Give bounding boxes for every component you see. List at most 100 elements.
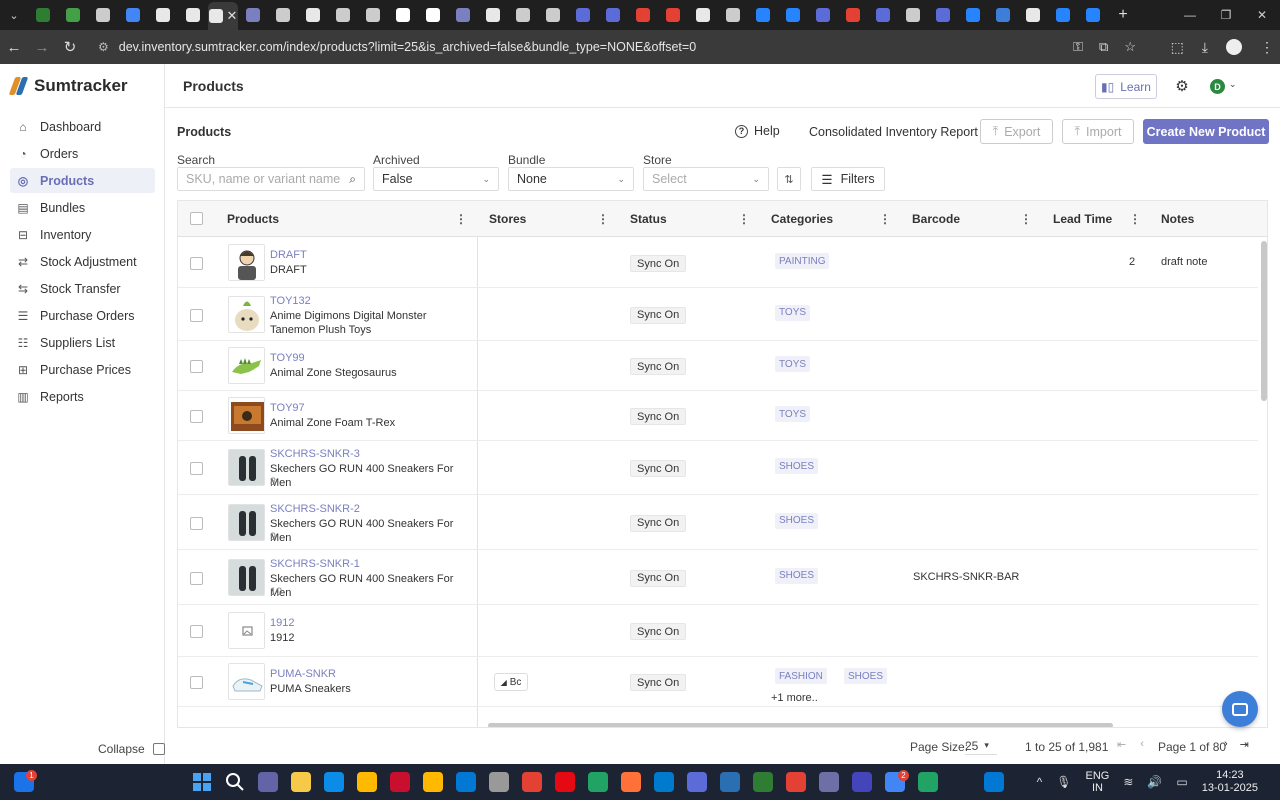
- product-sku-link[interactable]: TOY97: [270, 402, 305, 414]
- vertical-scrollbar[interactable]: [1261, 241, 1267, 401]
- table-row[interactable]: SKCHRS-SNKR-1 Skechers GO RUN 400 Sneaker…: [178, 550, 1258, 605]
- prev-page-icon[interactable]: ‹: [1140, 738, 1144, 751]
- tray-overflow-icon[interactable]: ^: [1037, 775, 1043, 789]
- forward-icon[interactable]: →: [28, 39, 56, 56]
- product-thumbnail[interactable]: [228, 612, 265, 649]
- sidebar-item-purchase-orders[interactable]: ☰ Purchase Orders: [10, 303, 155, 328]
- extensions-icon[interactable]: ⬚: [1171, 39, 1184, 56]
- browser-tab[interactable]: [838, 3, 868, 27]
- copilot-icon[interactable]: [324, 772, 344, 792]
- sidebar-item-suppliers-list[interactable]: ☷ Suppliers List: [10, 330, 155, 355]
- browser-tab[interactable]: [328, 3, 358, 27]
- task-view-icon[interactable]: [258, 772, 278, 792]
- browser-tab[interactable]: [958, 3, 988, 27]
- row-checkbox[interactable]: [190, 308, 203, 322]
- browser-tab[interactable]: [808, 3, 838, 27]
- last-page-icon[interactable]: ⇥: [1240, 738, 1249, 751]
- filters-button[interactable]: ☰ Filters: [811, 167, 885, 191]
- archived-select[interactable]: False ⌄: [373, 167, 499, 191]
- browser-tab[interactable]: [568, 3, 598, 27]
- sidebar-item-dashboard[interactable]: ⌂ Dashboard: [10, 114, 155, 139]
- product-sku-link[interactable]: SKCHRS-SNKR-1: [270, 558, 360, 570]
- col-header-barcode[interactable]: Barcode ⋮: [912, 201, 1042, 237]
- horizontal-scrollbar[interactable]: [478, 722, 1267, 727]
- table-row[interactable]: TOY97 Animal Zone Foam T-Rex Sync On TOYS: [178, 391, 1258, 441]
- bundle-select[interactable]: None ⌄: [508, 167, 634, 191]
- outlook-icon[interactable]: [489, 772, 509, 792]
- tab-search-icon[interactable]: ⌄: [0, 0, 28, 30]
- browser-tab[interactable]: [268, 3, 298, 27]
- consolidated-report-link[interactable]: Consolidated Inventory Report: [809, 125, 978, 139]
- select-all-checkbox[interactable]: [190, 212, 203, 225]
- create-new-product-button[interactable]: Create New Product: [1143, 119, 1269, 144]
- browser-tab[interactable]: [298, 3, 328, 27]
- back-icon[interactable]: ←: [0, 39, 28, 56]
- row-checkbox[interactable]: [190, 410, 203, 423]
- sidebar-item-inventory[interactable]: ⊟ Inventory: [10, 222, 155, 247]
- wifi-icon[interactable]: ≋: [1123, 775, 1133, 789]
- browser-tab[interactable]: [178, 3, 208, 27]
- table-row[interactable]: 1912 1912 Sync On: [178, 605, 1258, 657]
- row-checkbox[interactable]: [190, 571, 203, 585]
- column-menu-icon[interactable]: ⋮: [455, 212, 467, 226]
- next-page-icon[interactable]: ›: [1224, 738, 1228, 751]
- browser-tab[interactable]: [688, 3, 718, 27]
- column-menu-icon[interactable]: ⋮: [879, 212, 891, 226]
- column-menu-icon[interactable]: ⋮: [1129, 212, 1141, 226]
- teams-icon[interactable]: [291, 772, 311, 792]
- settings-icon[interactable]: [522, 772, 542, 792]
- row-checkbox[interactable]: [190, 462, 203, 475]
- product-sku-link[interactable]: 1912: [270, 617, 294, 629]
- file-explorer-icon[interactable]: [456, 772, 476, 792]
- table-row[interactable]: TOY132 Anime Digimons Digital Monster Tan…: [178, 288, 1258, 341]
- row-checkbox[interactable]: [190, 257, 203, 270]
- volume-icon[interactable]: 🔊: [1147, 775, 1162, 789]
- site-settings-icon[interactable]: ⚙: [98, 40, 109, 54]
- row-checkbox[interactable]: [190, 516, 203, 530]
- row-checkbox[interactable]: [190, 360, 203, 373]
- browser-tab[interactable]: [628, 3, 658, 27]
- netflix-icon[interactable]: [588, 772, 608, 792]
- sidebar-item-orders[interactable]: ◔ Orders: [10, 141, 155, 166]
- app-icon[interactable]: [819, 772, 839, 792]
- sidebar-item-stock-adjustment[interactable]: ⇄ Stock Adjustment: [10, 249, 155, 274]
- collapse-button[interactable]: Collapse: [98, 742, 165, 756]
- import-button[interactable]: ⤒ Import: [1062, 119, 1134, 144]
- profile-avatar[interactable]: [1226, 39, 1242, 55]
- firefox-icon[interactable]: [654, 772, 674, 792]
- browser-tab[interactable]: [538, 3, 568, 27]
- search-input[interactable]: SKU, name or variant name ⌕: [177, 167, 365, 191]
- browser-tab[interactable]: ✕: [208, 2, 238, 30]
- product-thumbnail[interactable]: [228, 244, 265, 281]
- col-header-lead-time[interactable]: Lead Time ⋮: [1053, 201, 1151, 237]
- app-icon[interactable]: [852, 772, 872, 792]
- scrollbar-thumb[interactable]: [488, 723, 1113, 727]
- first-page-icon[interactable]: ⇤: [1117, 738, 1126, 751]
- row-checkbox[interactable]: [190, 625, 203, 638]
- table-row[interactable]: SKCHRS-SNKR-3 Skechers GO RUN 400 Sneaker…: [178, 441, 1258, 495]
- sidebar-item-reports[interactable]: ▥ Reports: [10, 384, 155, 409]
- search-icon[interactable]: [225, 772, 245, 792]
- product-thumbnail[interactable]: [228, 558, 265, 596]
- browser-tab[interactable]: [928, 3, 958, 27]
- excel-icon[interactable]: [918, 772, 938, 792]
- microphone-icon[interactable]: 🎙: [1056, 775, 1071, 789]
- product-sku-link[interactable]: SKCHRS-SNKR-3: [270, 448, 360, 460]
- browser-tab[interactable]: [658, 3, 688, 27]
- browser-tab[interactable]: [868, 3, 898, 27]
- chevron-down-icon[interactable]: ⌄: [1229, 79, 1237, 90]
- product-sku-link[interactable]: DRAFT: [270, 249, 307, 261]
- browser-tab[interactable]: [1018, 3, 1048, 27]
- product-thumbnail[interactable]: [228, 449, 265, 486]
- sidebar-item-purchase-prices[interactable]: ⊞ Purchase Prices: [10, 357, 155, 382]
- clock[interactable]: 14:23 13-01-2025: [1202, 769, 1258, 795]
- settings-gear-icon[interactable]: ⚙: [1173, 77, 1191, 95]
- help-link[interactable]: ? Help: [735, 124, 780, 138]
- store-badge[interactable]: ◢ Bc: [494, 673, 528, 691]
- product-sku-link[interactable]: PUMA-SNKR: [270, 668, 336, 680]
- install-app-icon[interactable]: ⧉: [1099, 39, 1108, 55]
- browser-tab[interactable]: [1078, 3, 1108, 27]
- column-menu-icon[interactable]: ⋮: [738, 212, 750, 226]
- brand-logo[interactable]: Sumtracker: [10, 76, 128, 96]
- address-bar[interactable]: ⚙ dev.inventory.sumtracker.com/index/pro…: [88, 34, 1148, 60]
